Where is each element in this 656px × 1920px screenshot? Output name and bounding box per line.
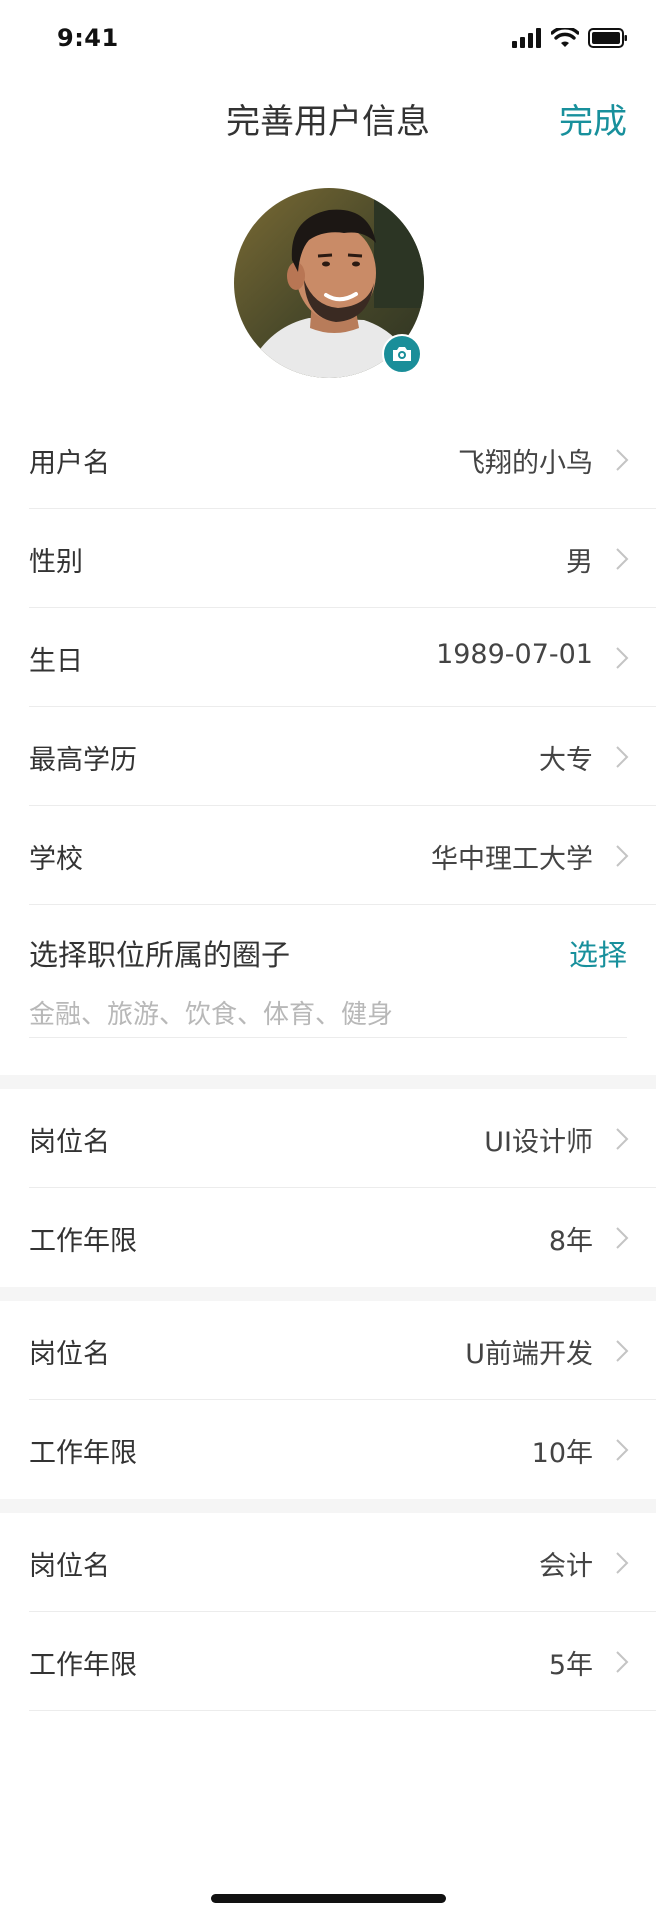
row-label: 工作年限: [29, 1650, 137, 1681]
wifi-icon: [551, 28, 579, 47]
row-value: 1989-07-01: [436, 639, 593, 670]
status-time: 9:41: [57, 24, 119, 52]
chevron-right-icon: [616, 1651, 629, 1673]
row-job-position[interactable]: 岗位名 U前端开发: [0, 1301, 656, 1400]
circle-title: 选择职位所属的圈子: [29, 938, 291, 972]
row-label: 岗位名: [29, 1551, 110, 1582]
row-value: 会计: [539, 1551, 593, 1582]
chevron-right-icon: [616, 1552, 629, 1574]
row-label: 最高学历: [29, 745, 137, 776]
row-job-position[interactable]: 岗位名 会计: [0, 1513, 656, 1612]
section-gap: [0, 1499, 656, 1513]
chevron-right-icon: [616, 845, 629, 867]
section-gap: [0, 1075, 656, 1089]
avatar-container[interactable]: [234, 188, 424, 378]
row-username[interactable]: 用户名 飞翔的小鸟: [0, 410, 656, 509]
chevron-right-icon: [616, 746, 629, 768]
row-label: 岗位名: [29, 1339, 110, 1370]
chevron-right-icon: [616, 1128, 629, 1150]
chevron-right-icon: [616, 1439, 629, 1461]
row-value: 飞翔的小鸟: [458, 448, 593, 479]
divider: [29, 1710, 656, 1711]
row-label: 性别: [29, 547, 83, 578]
circle-hint: 金融、旅游、饮食、体育、健身: [29, 1000, 394, 1030]
signal-icon: [512, 28, 541, 48]
row-value: 男: [566, 547, 593, 578]
row-job-years[interactable]: 工作年限 8年: [0, 1188, 656, 1287]
row-value: 8年: [548, 1226, 593, 1257]
home-indicator[interactable]: [211, 1894, 446, 1903]
row-value: U前端开发: [465, 1339, 593, 1370]
row-birthday[interactable]: 生日 1989-07-01: [0, 608, 656, 707]
row-label: 工作年限: [29, 1226, 137, 1257]
chevron-right-icon: [616, 1340, 629, 1362]
row-value: UI设计师: [484, 1127, 593, 1158]
camera-icon: [393, 347, 411, 361]
chevron-right-icon: [616, 647, 629, 669]
row-label: 学校: [29, 844, 83, 875]
circle-section: 选择职位所属的圈子 选择 金融、旅游、饮食、体育、健身: [0, 904, 656, 1040]
row-job-position[interactable]: 岗位名 UI设计师: [0, 1089, 656, 1188]
row-education[interactable]: 最高学历 大专: [0, 707, 656, 806]
nav-bar: 完善用户信息 完成: [0, 76, 656, 160]
battery-icon: [588, 28, 627, 48]
row-label: 岗位名: [29, 1127, 110, 1158]
section-gap: [0, 1287, 656, 1301]
row-value: 华中理工大学: [431, 844, 593, 875]
row-job-years[interactable]: 工作年限 5年: [0, 1612, 656, 1711]
done-button[interactable]: 完成: [559, 94, 627, 143]
row-school[interactable]: 学校 华中理工大学: [0, 806, 656, 905]
chevron-right-icon: [616, 548, 629, 570]
row-gender[interactable]: 性别 男: [0, 509, 656, 608]
row-value: 10年: [531, 1438, 593, 1469]
row-job-years[interactable]: 工作年限 10年: [0, 1400, 656, 1499]
circle-select-button[interactable]: 选择: [569, 932, 627, 974]
row-label: 工作年限: [29, 1438, 137, 1469]
row-label: 生日: [29, 646, 83, 677]
row-label: 用户名: [29, 448, 110, 479]
chevron-right-icon: [616, 449, 629, 471]
chevron-right-icon: [616, 1227, 629, 1249]
divider: [29, 1037, 627, 1038]
row-value: 5年: [548, 1650, 593, 1681]
page-title: 完善用户信息: [226, 102, 430, 142]
row-value: 大专: [539, 745, 593, 776]
avatar-camera-button[interactable]: [382, 334, 422, 374]
status-icons: [512, 28, 628, 48]
status-bar: 9:41: [0, 0, 656, 76]
